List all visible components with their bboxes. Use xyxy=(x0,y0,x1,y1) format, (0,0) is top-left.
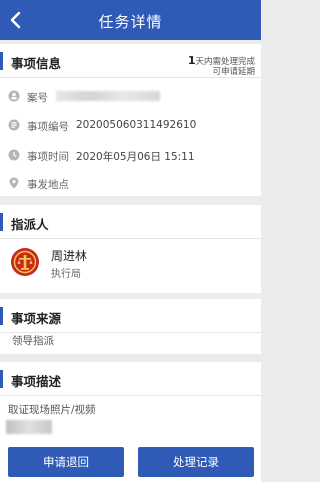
source-heading: 事项来源 xyxy=(11,311,62,326)
assignee-header: 指派人 xyxy=(0,205,261,239)
section-accent-bar xyxy=(0,370,3,388)
location-row: 事发地点 xyxy=(0,172,261,196)
case-number-row: 案号 xyxy=(0,85,261,109)
item-info-card: 事项信息 1天内需处理完成 可申请延期 案号 事项编号 202005060311… xyxy=(0,44,261,196)
clock-icon xyxy=(8,149,20,161)
case-number-redacted xyxy=(56,91,160,101)
section-accent-bar xyxy=(0,52,3,70)
item-time-value: 2020年05月06日 15:11 xyxy=(76,151,195,163)
item-id-value: 202005060311492610 xyxy=(76,119,197,131)
processing-records-button[interactable]: 处理记录 xyxy=(138,447,254,477)
case-number-label: 案号 xyxy=(27,92,48,104)
description-header: 事项描述 xyxy=(0,362,261,396)
deadline-notice: 1天内需处理完成 可申请延期 xyxy=(188,55,255,77)
item-info-header: 事项信息 1天内需处理完成 可申请延期 xyxy=(0,44,261,78)
page-title: 任务详情 xyxy=(98,13,163,31)
extension-note: 可申请延期 xyxy=(212,67,255,77)
app-header: 任务详情 xyxy=(0,0,261,40)
location-pin-icon xyxy=(9,177,19,189)
case-icon xyxy=(8,90,20,102)
source-card: 事项来源 领导指派 xyxy=(0,299,261,354)
assignee-name: 周进林 xyxy=(51,249,88,263)
section-accent-bar xyxy=(0,307,3,325)
section-accent-bar xyxy=(0,213,3,231)
item-time-label: 事项时间 xyxy=(27,151,69,163)
deadline-text: 天内需处理完成 xyxy=(195,57,255,67)
description-heading: 事项描述 xyxy=(11,374,62,389)
assignee-org: 执行局 xyxy=(51,269,81,280)
description-text: 取证现场照片/视频 xyxy=(8,404,96,416)
item-time-row: 事项时间 2020年05月06日 15:11 xyxy=(0,144,261,168)
item-id-row: 事项编号 202005060311492610 xyxy=(0,114,261,138)
assignee-card: 指派人 周进林 执行局 xyxy=(0,205,261,293)
court-emblem-icon xyxy=(11,248,39,276)
assignee-heading: 指派人 xyxy=(11,217,49,232)
assignee-info: 周进林 执行局 xyxy=(0,239,261,291)
source-header: 事项来源 xyxy=(0,299,261,333)
apply-return-button[interactable]: 申请退回 xyxy=(8,447,124,477)
item-info-heading: 事项信息 xyxy=(11,56,62,71)
source-value: 领导指派 xyxy=(12,335,54,347)
location-label: 事发地点 xyxy=(27,179,69,191)
evidence-thumbnail[interactable] xyxy=(6,420,52,434)
item-id-label: 事项编号 xyxy=(27,121,69,133)
id-icon xyxy=(8,119,20,131)
